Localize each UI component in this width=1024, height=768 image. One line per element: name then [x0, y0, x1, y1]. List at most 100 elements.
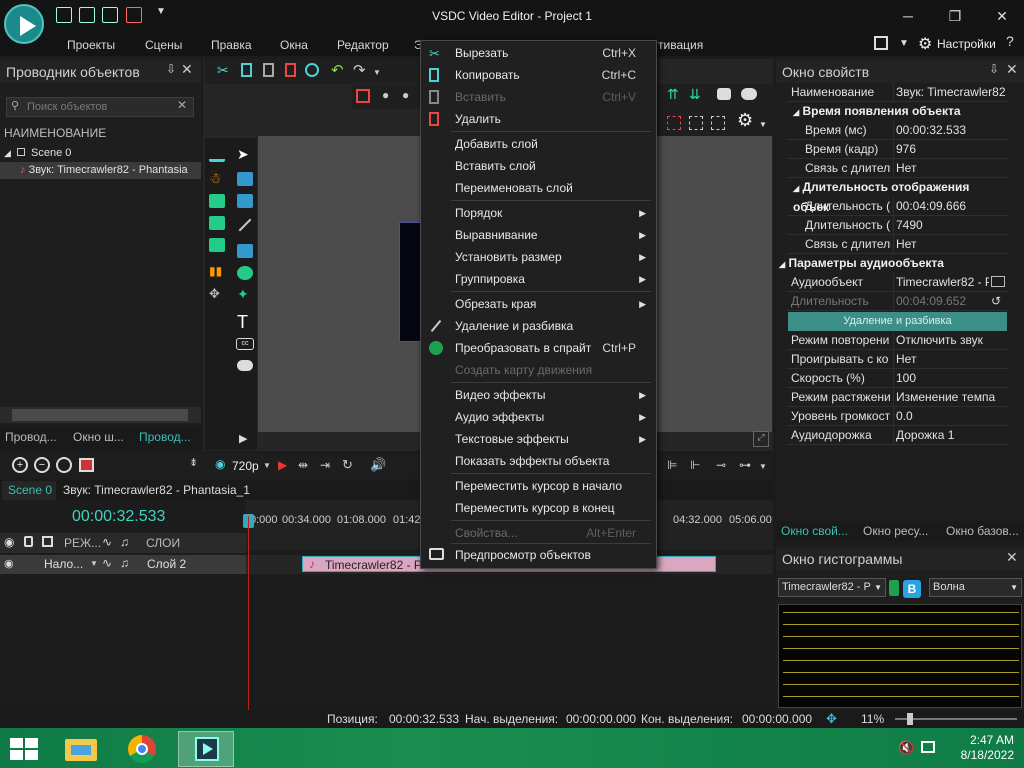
delete-icon[interactable]	[285, 63, 296, 77]
object-search-input[interactable]: Поиск объектов	[6, 97, 194, 117]
copy-icon[interactable]	[241, 63, 252, 77]
preview-gear-dropdown-icon[interactable]: ▼	[759, 120, 767, 129]
remove-icon[interactable]: −	[34, 457, 50, 473]
preview-gear-icon[interactable]: ⚙	[737, 110, 753, 131]
snap-icon[interactable]: ⊶	[739, 458, 751, 472]
record-icon[interactable]	[79, 458, 94, 472]
ctx-remove-split[interactable]: Удаление и разбивка	[421, 315, 656, 337]
repeat-icon[interactable]: ↻	[342, 457, 353, 473]
redo-icon[interactable]: ↷	[353, 61, 366, 79]
close-button[interactable]: ✕	[990, 6, 1014, 26]
resolution-dropdown-icon[interactable]: ▼	[263, 461, 271, 470]
settings-label[interactable]: Настройки	[937, 37, 996, 51]
fit-zoom-icon[interactable]: ✥	[826, 710, 837, 728]
ctx-crop-edges[interactable]: Обрезать края ▶	[421, 293, 656, 315]
group-icon[interactable]: ●	[402, 88, 409, 102]
prop-speed[interactable]: Скорость (%) 100	[787, 369, 1008, 388]
move-up-icon[interactable]: ⇈	[667, 86, 679, 103]
video-tool-icon[interactable]	[209, 238, 225, 252]
close-panel-icon[interactable]: ✕	[181, 61, 193, 78]
chart-tool-icon[interactable]	[209, 148, 225, 162]
properties-close-icon[interactable]: ✕	[1006, 61, 1018, 78]
layout-icon[interactable]	[874, 36, 888, 50]
sprite-tool-icon[interactable]: ☃	[209, 170, 222, 187]
menu-activation[interactable]: тивация	[658, 38, 703, 52]
prop-duration-ms[interactable]: Длительность (00:04:09.666	[787, 197, 1008, 216]
muted-speaker-icon[interactable]: 🔇	[898, 740, 914, 756]
prop-group-audio[interactable]: ◢ Параметры аудиообъекта	[779, 254, 1000, 273]
ctx-alignment[interactable]: Выравнивание ▶	[421, 224, 656, 246]
tab-properties[interactable]: Окно свой...	[781, 524, 848, 538]
layer-name[interactable]: Слой 2	[147, 557, 186, 571]
help-icon[interactable]: ?	[1006, 33, 1014, 49]
polygon-tool-icon[interactable]: ✦	[237, 286, 249, 303]
ctx-audio-effects[interactable]: Аудио эффекты ▶	[421, 406, 656, 428]
tree-item-audio[interactable]: ♪ Звук: Timecrawler82 - Phantasia	[0, 162, 201, 179]
circle-icon[interactable]	[305, 63, 319, 77]
prop-audio-object[interactable]: Аудиообъект Timecrawler82 - P	[787, 273, 1008, 292]
ctx-grouping[interactable]: Группировка ▶	[421, 268, 656, 290]
histogram-close-icon[interactable]: ✕	[1006, 549, 1018, 566]
ctx-motion-map[interactable]: Создать карту движения	[421, 359, 656, 381]
chrome-icon[interactable]	[122, 731, 162, 767]
ctx-cursor-end[interactable]: Переместить курсор в конец	[421, 497, 656, 519]
undo-icon[interactable]: ↶	[331, 61, 344, 79]
align-frame-icon[interactable]	[689, 116, 703, 130]
rectangle-tool-icon[interactable]	[237, 172, 253, 186]
pin-icon[interactable]: ⇩	[166, 62, 176, 76]
image-tool-icon[interactable]	[209, 194, 225, 208]
prop-repeat-mode[interactable]: Режим повторени Отключить звук	[787, 331, 1008, 350]
ctx-cursor-start[interactable]: Переместить курсор в начало	[421, 475, 656, 497]
prop-time-ms[interactable]: Время (мс) 00:00:32.533	[787, 121, 1008, 140]
line-tool-icon[interactable]	[238, 218, 252, 232]
prop-group-duration[interactable]: ◢ Длительность отображения объек	[787, 178, 1008, 214]
clear-search-icon[interactable]: ✕	[177, 98, 187, 112]
move-down-icon[interactable]: ⇊	[689, 86, 701, 103]
corner-resize-icon[interactable]: ⤢	[753, 431, 769, 447]
timeline-expand-icon[interactable]: ⇟	[189, 456, 198, 469]
layer-sound-icon[interactable]: ♫	[120, 556, 129, 570]
expand-icon[interactable]: ◢	[4, 148, 11, 158]
ctx-video-effects[interactable]: Видео эффекты ▶	[421, 384, 656, 406]
collapse-icon[interactable]: ◢	[793, 108, 799, 117]
tab-object-explorer[interactable]: Провод...	[5, 430, 57, 444]
callout-tool-icon[interactable]	[237, 360, 253, 371]
crop-icon[interactable]	[356, 89, 370, 103]
cut-icon[interactable]: ✂	[217, 62, 229, 79]
ctx-preview-objects[interactable]: Предпросмотр объектов	[421, 544, 656, 566]
audio-tool-icon[interactable]	[209, 216, 225, 230]
prop-audio-track[interactable]: Аудиодорожка Дорожка 1	[787, 426, 1008, 445]
tab-basic-effects[interactable]: Окно базов...	[946, 524, 1019, 538]
lock-icon[interactable]	[24, 536, 33, 547]
layer-waveform-icon[interactable]: ∿	[102, 556, 112, 570]
frame-forward-icon[interactable]: ⇥	[320, 458, 330, 472]
vsdc-taskbar-icon[interactable]	[178, 731, 234, 767]
gear-icon[interactable]: ⚙	[918, 34, 932, 54]
scrollbar-thumb[interactable]	[12, 409, 188, 421]
ctx-delete[interactable]: Удалить	[421, 108, 656, 130]
subtitles-tool-icon[interactable]: cc	[236, 338, 254, 350]
minimize-button[interactable]: ─	[896, 6, 920, 26]
ctx-properties[interactable]: Свойства... Alt+Enter	[421, 522, 656, 544]
pointer-icon[interactable]: ➤	[237, 146, 249, 163]
move-tool-icon[interactable]: ✥	[209, 286, 220, 302]
more-tools-icon[interactable]: ▶	[239, 432, 247, 445]
ctx-cut[interactable]: ✂ Вырезать Ctrl+X	[421, 42, 656, 64]
browse-folder-icon[interactable]	[991, 276, 1005, 287]
align-left-icon[interactable]: ⊫	[667, 458, 677, 472]
solo-icon[interactable]	[42, 536, 53, 547]
ctx-convert-sprite[interactable]: Преобразовать в спрайт Ctrl+P	[421, 337, 656, 359]
frame-back-icon[interactable]: ⇹	[298, 458, 308, 472]
prop-name-row[interactable]: НаименованиеЗвук: Timecrawler82 - Phan	[787, 83, 1008, 102]
tree-item-scene[interactable]: ◢ Scene 0	[4, 145, 200, 162]
text-tool-icon[interactable]: T	[237, 312, 248, 333]
menu-editor[interactable]: Редактор	[337, 38, 389, 52]
reset-icon[interactable]: ↺	[991, 292, 1001, 311]
ellipse-tool-icon[interactable]	[237, 266, 253, 280]
zoom-slider-track[interactable]	[895, 718, 1017, 720]
ctx-insert-layer[interactable]: Вставить слой	[421, 155, 656, 177]
menu-windows[interactable]: Окна	[280, 38, 308, 52]
select-frame-icon[interactable]	[667, 116, 681, 130]
prop-stretch-mode[interactable]: Режим растяжени Изменение темпа	[787, 388, 1008, 407]
ctx-add-layer[interactable]: Добавить слой	[421, 133, 656, 155]
